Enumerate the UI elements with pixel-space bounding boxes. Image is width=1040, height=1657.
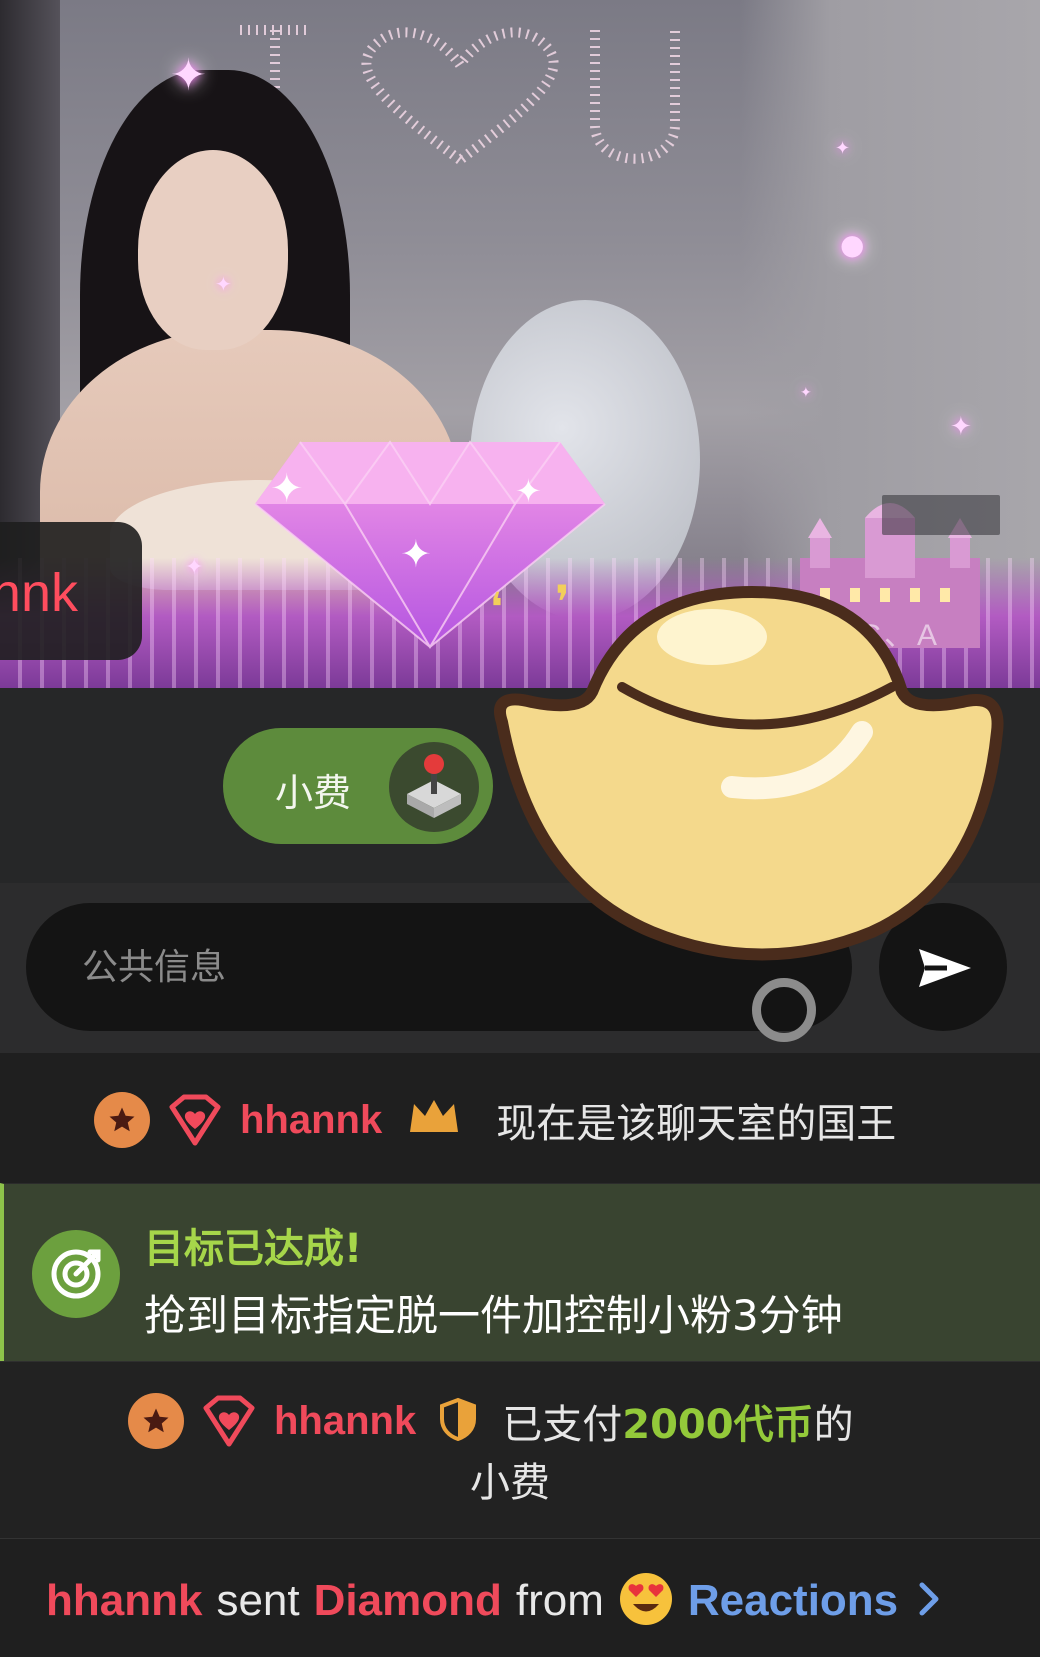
tip-line2: 小费 (470, 1460, 550, 1506)
sparkle-icon: ✦ (950, 412, 972, 442)
star-badge-icon (94, 1092, 150, 1148)
chat-panel: hhannk 现在是该聊天室的国王 目标已达成! 抢到目标指定脱一件加控制小粉3… (0, 1053, 1040, 1657)
king-message-text: 现在是该聊天室的国王 (496, 1101, 897, 1147)
reactions-link[interactable]: Reactions (688, 1576, 898, 1626)
heart-badge-icon (198, 1390, 260, 1452)
svg-text:✦: ✦ (270, 466, 304, 512)
sparkle-icon: ❜ (555, 575, 570, 629)
sparkle-icon: ✦ (800, 385, 812, 401)
tip-prefix: 已支付 (502, 1402, 623, 1448)
reaction-from-text: from (515, 1576, 604, 1625)
king-message: hhannk 现在是该聊天室的国王 (0, 1053, 1040, 1183)
goal-reached-message: 目标已达成! 抢到目标指定脱一件加控制小粉3分钟 (0, 1183, 1040, 1361)
joystick-icon (389, 742, 479, 832)
chat-username[interactable]: hhannk (46, 1576, 202, 1626)
tip-button-label: 小费 (275, 771, 352, 815)
sparkle-icon: ✦ (215, 272, 232, 296)
tip-button[interactable]: 小费 (223, 728, 493, 844)
chevron-right-icon[interactable] (918, 1581, 940, 1621)
target-icon (32, 1230, 120, 1318)
svg-text:✦: ✦ (515, 472, 542, 510)
goal-title: 目标已达成! (144, 1226, 363, 1272)
reaction-message[interactable]: hhannk sent Diamond from Reactions (0, 1538, 1040, 1657)
gold-ingot-sticker (494, 586, 1004, 961)
stream-tag-box (882, 495, 1000, 535)
emoji-button-icon[interactable] (752, 978, 816, 1042)
shield-icon (438, 1397, 478, 1445)
overlay-username: nnk (0, 563, 78, 623)
heart-eyes-emoji-icon (618, 1571, 674, 1631)
chat-username[interactable]: hhannk (274, 1399, 416, 1444)
sparkle-icon: ✦ (185, 555, 204, 580)
sparkle-icon: ● (840, 228, 865, 261)
svg-text:✦: ✦ (400, 532, 432, 576)
sparkle-icon: ✦ (835, 138, 851, 159)
tip-amount: 2000代币 (622, 1402, 814, 1448)
stream-username-overlay: nnk (0, 522, 142, 660)
heart-badge-icon (164, 1089, 226, 1151)
chat-username[interactable]: hhannk (240, 1098, 382, 1143)
crown-icon (408, 1098, 460, 1142)
reaction-gift-name: Diamond (313, 1576, 502, 1625)
sparkle-icon: ✦ (170, 50, 207, 101)
reaction-sent-text: sent (216, 1576, 300, 1625)
goal-description: 抢到目标指定脱一件加控制小粉3分钟 (144, 1291, 843, 1340)
streamer-face (138, 150, 288, 350)
star-badge-icon (128, 1393, 184, 1449)
sparkle-icon: ❛ (490, 585, 503, 631)
tip-suffix: 的 (813, 1402, 854, 1448)
